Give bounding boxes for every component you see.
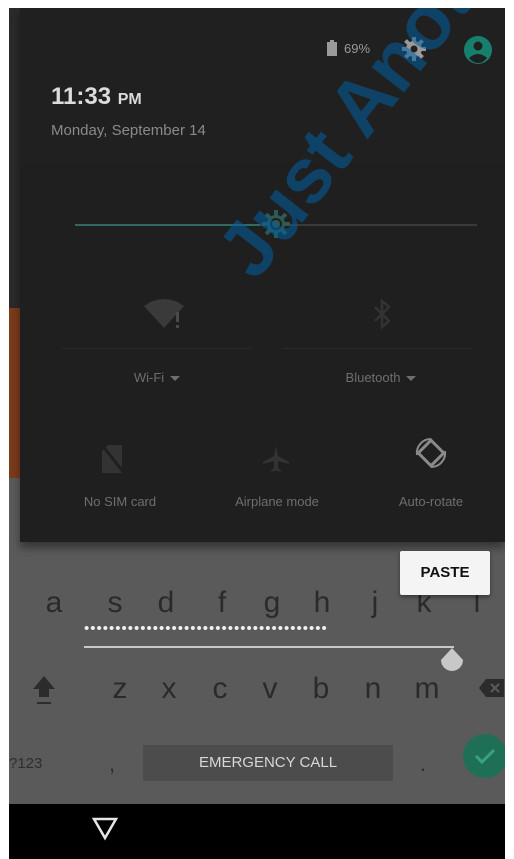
enter-button[interactable] bbox=[463, 734, 505, 778]
back-icon[interactable] bbox=[91, 815, 119, 846]
airplane-label: Airplane mode bbox=[235, 494, 319, 509]
date-label: Monday, September 14 bbox=[51, 122, 206, 139]
key-a[interactable]: a bbox=[34, 586, 74, 620]
wifi-off-icon[interactable] bbox=[142, 298, 186, 335]
clock: 11:33 PM bbox=[51, 83, 142, 111]
key-j[interactable]: j bbox=[355, 586, 395, 620]
chevron-down-icon bbox=[170, 376, 181, 382]
key-x[interactable]: x bbox=[149, 672, 189, 706]
emergency-call-button[interactable]: EMERGENCY CALL bbox=[143, 745, 393, 781]
no-sim-label: No SIM card bbox=[83, 494, 157, 509]
clock-time: 11:33 bbox=[51, 83, 112, 110]
no-sim-icon[interactable] bbox=[100, 444, 126, 478]
battery-icon bbox=[327, 40, 337, 61]
key-f[interactable]: f bbox=[202, 586, 242, 620]
bluetooth-tile-label[interactable]: Bluetooth bbox=[316, 370, 446, 385]
wifi-label: Wi-Fi bbox=[133, 370, 165, 385]
bluetooth-icon[interactable] bbox=[372, 298, 394, 335]
key-m[interactable]: m bbox=[407, 672, 447, 706]
key-b[interactable]: b bbox=[301, 672, 341, 706]
key-s[interactable]: s bbox=[95, 586, 135, 620]
key-c[interactable]: c bbox=[200, 672, 240, 706]
paste-button[interactable]: PASTE bbox=[400, 551, 490, 595]
device-frame: a s d f g h j k l z x c v b n m ?123 , E… bbox=[0, 0, 514, 859]
key-comma[interactable]: , bbox=[109, 751, 115, 777]
navigation-bar bbox=[9, 804, 505, 859]
shift-icon[interactable] bbox=[31, 673, 57, 712]
tile-divider bbox=[282, 348, 472, 349]
backspace-icon[interactable] bbox=[479, 678, 505, 703]
key-h[interactable]: h bbox=[302, 586, 342, 620]
clock-ampm: PM bbox=[117, 91, 142, 108]
bluetooth-label: Bluetooth bbox=[345, 370, 401, 385]
text-selection-handle-icon[interactable] bbox=[439, 646, 465, 676]
password-underline bbox=[84, 646, 454, 648]
key-z[interactable]: z bbox=[100, 672, 140, 706]
key-symbols[interactable]: ?123 bbox=[9, 755, 42, 772]
key-d[interactable]: d bbox=[146, 586, 186, 620]
password-field[interactable]: ••••••••••••••••••••••••••••••••••••••• bbox=[84, 620, 454, 637]
airplane-icon[interactable] bbox=[262, 445, 290, 478]
screen: a s d f g h j k l z x c v b n m ?123 , E… bbox=[9, 8, 505, 859]
tile-divider bbox=[62, 348, 252, 349]
auto-rotate-label: Auto-rotate bbox=[398, 494, 464, 509]
chevron-down-icon bbox=[406, 376, 417, 382]
wifi-tile-label[interactable]: Wi-Fi bbox=[92, 370, 222, 385]
key-v[interactable]: v bbox=[250, 672, 290, 706]
auto-rotate-icon[interactable] bbox=[413, 435, 449, 476]
key-n[interactable]: n bbox=[353, 672, 393, 706]
check-icon bbox=[474, 748, 496, 765]
key-period[interactable]: . bbox=[420, 751, 426, 777]
key-g[interactable]: g bbox=[252, 586, 292, 620]
